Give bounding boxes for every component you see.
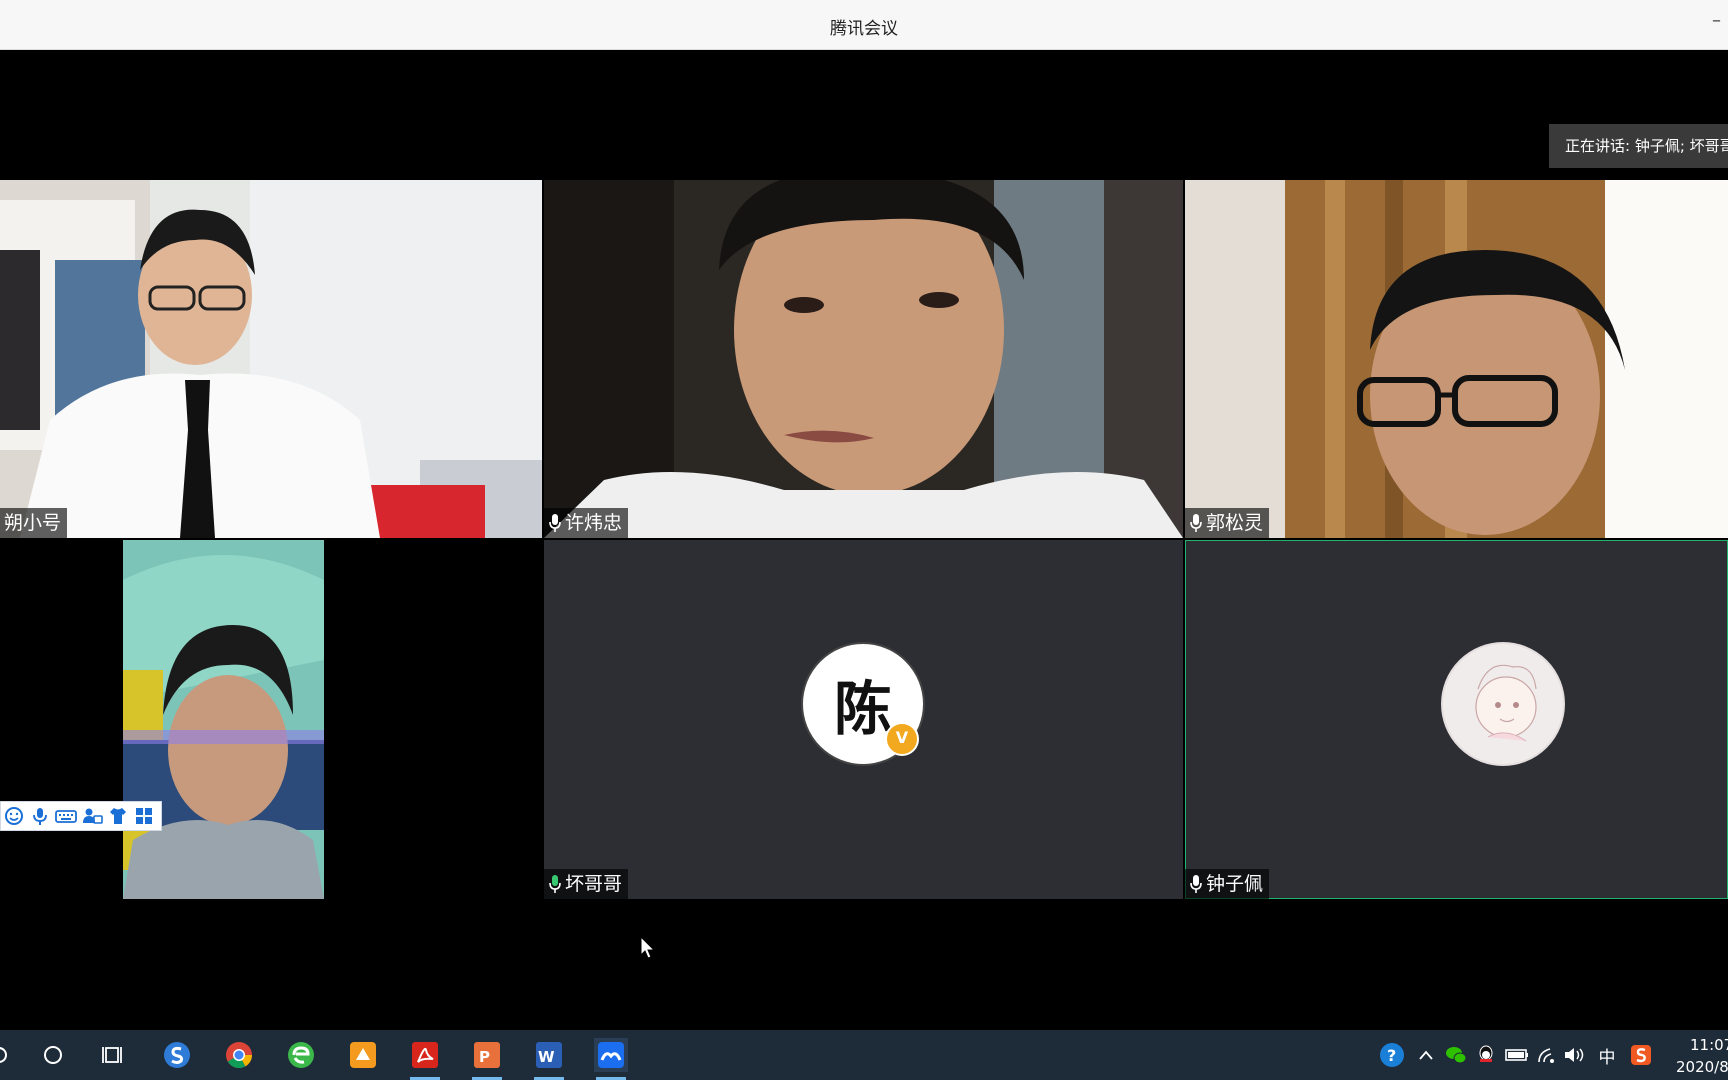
start-button-partial[interactable]: [0, 1038, 16, 1072]
emoji-icon[interactable]: [3, 805, 25, 827]
speaking-indicator: 正在讲话: 钟子佩; 坏哥哥: [1549, 124, 1728, 168]
video-feed: [544, 180, 1183, 538]
participant-tile-2[interactable]: 许炜忠: [544, 180, 1183, 538]
wifi-icon[interactable]: [1534, 1042, 1560, 1068]
participant-name-tag: 坏哥哥: [544, 869, 629, 899]
participant-name: 许炜忠: [565, 512, 623, 534]
media-app-icon[interactable]: [346, 1038, 380, 1072]
minimize-button[interactable]: –: [1712, 10, 1728, 34]
microphone-icon[interactable]: [29, 805, 51, 827]
cortana-search-icon[interactable]: [36, 1038, 70, 1072]
system-clock[interactable]: 11:07 2020/8/: [1666, 1034, 1728, 1078]
svg-text:W: W: [538, 1048, 555, 1066]
apps-grid-icon[interactable]: [133, 805, 155, 827]
participant-name: 郭松灵: [1206, 512, 1264, 534]
svg-text:?: ?: [1387, 1046, 1396, 1065]
qq-icon[interactable]: [1474, 1042, 1498, 1068]
shirt-icon[interactable]: [107, 805, 129, 827]
floating-toolbar[interactable]: [0, 801, 162, 831]
windows-taskbar[interactable]: P W ? 中 11:07 2020/8/: [0, 1030, 1728, 1080]
verified-badge: V: [885, 722, 919, 756]
mouse-cursor-icon: [640, 936, 656, 959]
participant-name-tag: 许炜忠: [544, 508, 629, 538]
participant-name: 坏哥哥: [565, 873, 623, 895]
word-icon[interactable]: W: [532, 1038, 566, 1080]
video-feed: [0, 180, 542, 538]
participant-name: 钟子佩: [1206, 873, 1264, 895]
ime-label: 中: [1598, 1047, 1616, 1068]
microphone-icon: [548, 874, 562, 894]
chrome-icon[interactable]: [222, 1038, 256, 1072]
chevron-up-icon[interactable]: [1414, 1042, 1438, 1068]
microphone-icon: [1189, 874, 1203, 894]
participant-name-tag: 郭松灵: [1185, 508, 1270, 538]
avatar-character: 陈: [833, 675, 892, 743]
participant-tile-3[interactable]: 郭松灵: [1185, 180, 1728, 538]
svg-text:P: P: [479, 1048, 490, 1066]
participant-name-tag: 钟子佩: [1185, 869, 1270, 899]
participant-name-tag: 朔小号: [0, 508, 68, 538]
participant-tile-5[interactable]: 陈 V 坏哥哥: [544, 540, 1183, 899]
user-switch-icon[interactable]: [81, 805, 103, 827]
sogou-browser-icon[interactable]: [160, 1038, 194, 1072]
keyboard-icon[interactable]: [55, 805, 77, 827]
participant-tile-6[interactable]: 钟子佩: [1185, 540, 1728, 899]
tencent-meeting-icon[interactable]: [594, 1038, 628, 1080]
avatar: [1441, 642, 1565, 766]
microphone-icon: [1189, 513, 1203, 533]
clock-time: 11:07: [1690, 1036, 1728, 1054]
help-icon[interactable]: ?: [1378, 1042, 1406, 1068]
input-method-indicator[interactable]: 中: [1594, 1042, 1620, 1068]
app-title: 腾讯会议: [830, 19, 898, 39]
clock-date: 2020/8/: [1676, 1058, 1728, 1076]
microphone-icon: [548, 513, 562, 533]
360-browser-icon[interactable]: [284, 1038, 318, 1072]
participant-name: 朔小号: [4, 512, 62, 534]
acrobat-icon[interactable]: [408, 1038, 442, 1080]
window-title-bar[interactable]: 腾讯会议 –: [0, 0, 1728, 50]
avatar: 陈 V: [801, 642, 925, 766]
video-feed: [1185, 180, 1728, 538]
sogou-ime-icon[interactable]: [1628, 1042, 1654, 1068]
participant-tile-1[interactable]: 朔小号: [0, 180, 542, 538]
battery-icon[interactable]: [1504, 1042, 1530, 1068]
cartoon-avatar-image: [1475, 664, 1537, 742]
wechat-icon[interactable]: [1444, 1042, 1468, 1068]
powerpoint-icon[interactable]: P: [470, 1038, 504, 1080]
volume-icon[interactable]: [1562, 1042, 1588, 1068]
participant-tile-4[interactable]: [123, 540, 324, 899]
task-view-icon[interactable]: [97, 1038, 131, 1072]
video-feed: [123, 540, 324, 899]
